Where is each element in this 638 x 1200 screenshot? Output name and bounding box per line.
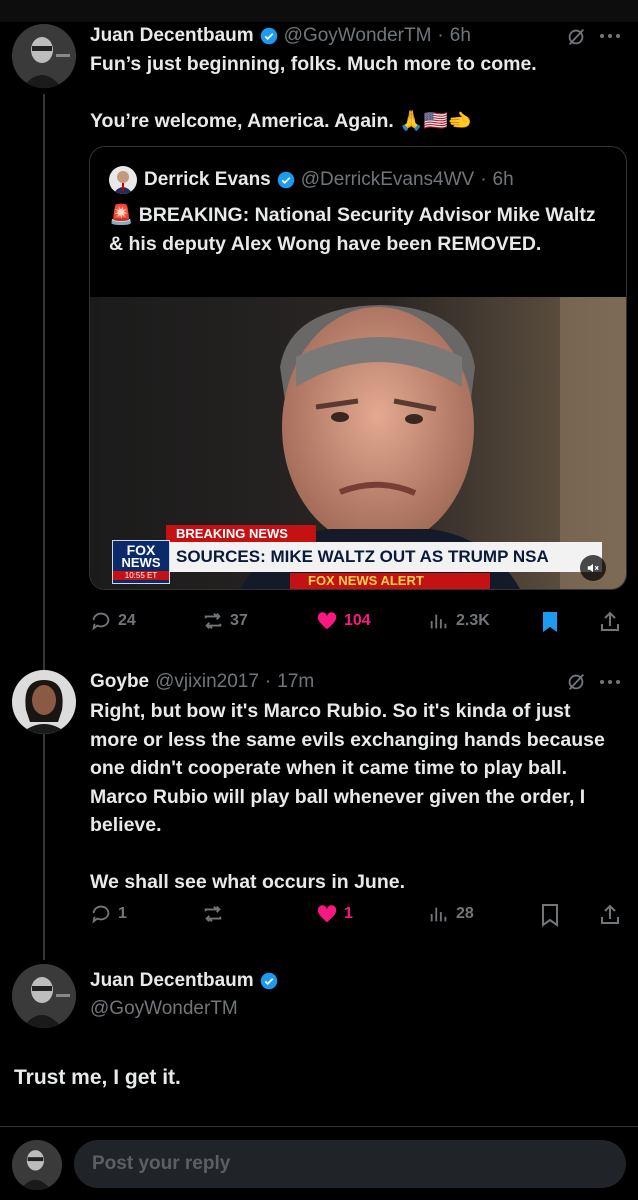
- reply-button[interactable]: 1: [90, 903, 127, 925]
- avatar-photo: [12, 670, 76, 734]
- main-author: Juan Decentbaum: [90, 970, 278, 992]
- quote-timestamp: 6h: [492, 169, 514, 190]
- tweet-header: Goybe @vjixin2017 · 17m: [90, 668, 560, 696]
- logo-time: 10:55 ET: [113, 571, 169, 580]
- verified-badge-icon: [260, 27, 277, 45]
- reply-button[interactable]: 24: [90, 610, 136, 632]
- reply-icon: [92, 612, 110, 631]
- repost-icon: [204, 906, 222, 922]
- user-handle[interactable]: @vjixin2017: [155, 671, 259, 693]
- views-count: 2.3K: [456, 612, 490, 629]
- repost-icon: [204, 613, 222, 629]
- quote-text: 🚨 BREAKING: National Security Advisor Mi…: [109, 204, 596, 255]
- avatar[interactable]: [12, 670, 76, 734]
- views-icon: [430, 907, 447, 922]
- news-headline: SOURCES: MIKE WALTZ OUT AS TRUMP NSA: [170, 542, 602, 572]
- views-count: 28: [456, 905, 474, 922]
- like-button[interactable]: 104: [316, 610, 371, 632]
- timestamp[interactable]: 6h: [450, 25, 471, 47]
- views-button[interactable]: 28: [428, 903, 474, 925]
- quote-avatar: [109, 166, 137, 194]
- divider: [0, 1126, 638, 1127]
- share-icon[interactable]: [598, 903, 622, 927]
- timestamp[interactable]: 17m: [277, 671, 314, 693]
- repost-button[interactable]: 37: [202, 610, 248, 632]
- reply-input[interactable]: Post your reply: [74, 1140, 626, 1188]
- bookmark-filled-icon[interactable]: [540, 610, 560, 634]
- user-handle[interactable]: @GoyWonderTM: [90, 998, 238, 1020]
- display-name[interactable]: Juan Decentbaum: [90, 970, 254, 992]
- repost-button[interactable]: [202, 903, 230, 925]
- mute-button[interactable]: [580, 555, 606, 581]
- status-strip: [0, 0, 638, 22]
- main-tweet-text: Trust me, I get it.: [14, 1066, 181, 1089]
- like-count: 104: [344, 612, 371, 629]
- separator-dot: ·: [437, 25, 444, 46]
- separator-dot: ·: [480, 169, 487, 190]
- heart-filled-icon: [317, 905, 337, 923]
- reply-icon: [92, 905, 110, 924]
- display-name[interactable]: Goybe: [90, 671, 149, 693]
- quote-image[interactable]: BREAKING NEWS FOX NEWS 10:55 ET SOURCES:…: [90, 297, 626, 589]
- repost-count: 37: [230, 612, 248, 629]
- tweet-header: Juan Decentbaum @GoyWonderTM · 6h: [90, 22, 560, 50]
- thread-line: [43, 94, 45, 960]
- my-avatar[interactable]: [12, 1140, 62, 1190]
- verified-badge-icon: [260, 972, 277, 990]
- speaker-muted-icon: [587, 563, 599, 573]
- more-icon[interactable]: [598, 30, 622, 42]
- user-handle[interactable]: @GoyWonderTM: [284, 25, 432, 47]
- quote-handle: @DerrickEvans4WV: [300, 169, 475, 190]
- grok-icon[interactable]: [565, 671, 587, 693]
- fox-news-logo: FOX NEWS 10:55 ET: [112, 540, 170, 584]
- quote-avatar-photo: [109, 166, 137, 194]
- views-icon: [430, 614, 447, 629]
- avatar[interactable]: [12, 24, 76, 88]
- bookmark-icon[interactable]: [540, 903, 560, 927]
- heart-filled-icon: [317, 612, 337, 630]
- views-button[interactable]: 2.3K: [428, 610, 490, 632]
- display-name[interactable]: Juan Decentbaum: [90, 25, 254, 47]
- avatar-photo: [12, 1140, 62, 1190]
- avatar-photo: [12, 24, 76, 88]
- quote-display-name: Derrick Evans: [144, 169, 271, 190]
- share-icon[interactable]: [598, 610, 622, 634]
- like-button[interactable]: 1: [316, 903, 353, 925]
- separator-dot: ·: [264, 671, 272, 692]
- logo-bottom-text: NEWS: [121, 555, 161, 570]
- avatar-photo: [12, 964, 76, 1028]
- grok-icon[interactable]: [565, 26, 587, 48]
- reply-count: 24: [118, 612, 136, 629]
- quoted-tweet[interactable]: Derrick Evans @DerrickEvans4WV · 6h 🚨 BR…: [89, 146, 627, 590]
- breaking-news-badge: BREAKING NEWS: [166, 525, 316, 543]
- tweet-text: Right, but bow it's Marco Rubio. So it's…: [90, 700, 605, 893]
- like-count: 1: [344, 905, 353, 922]
- quote-header: Derrick Evans @DerrickEvans4WV · 6h: [144, 166, 614, 194]
- avatar[interactable]: [12, 964, 76, 1028]
- reply-count: 1: [118, 905, 127, 922]
- verified-badge-icon: [277, 171, 294, 189]
- fox-news-alert: FOX NEWS ALERT: [290, 573, 490, 589]
- more-icon[interactable]: [598, 676, 622, 688]
- tweet-text: Fun’s just beginning, folks. Much more t…: [90, 53, 537, 132]
